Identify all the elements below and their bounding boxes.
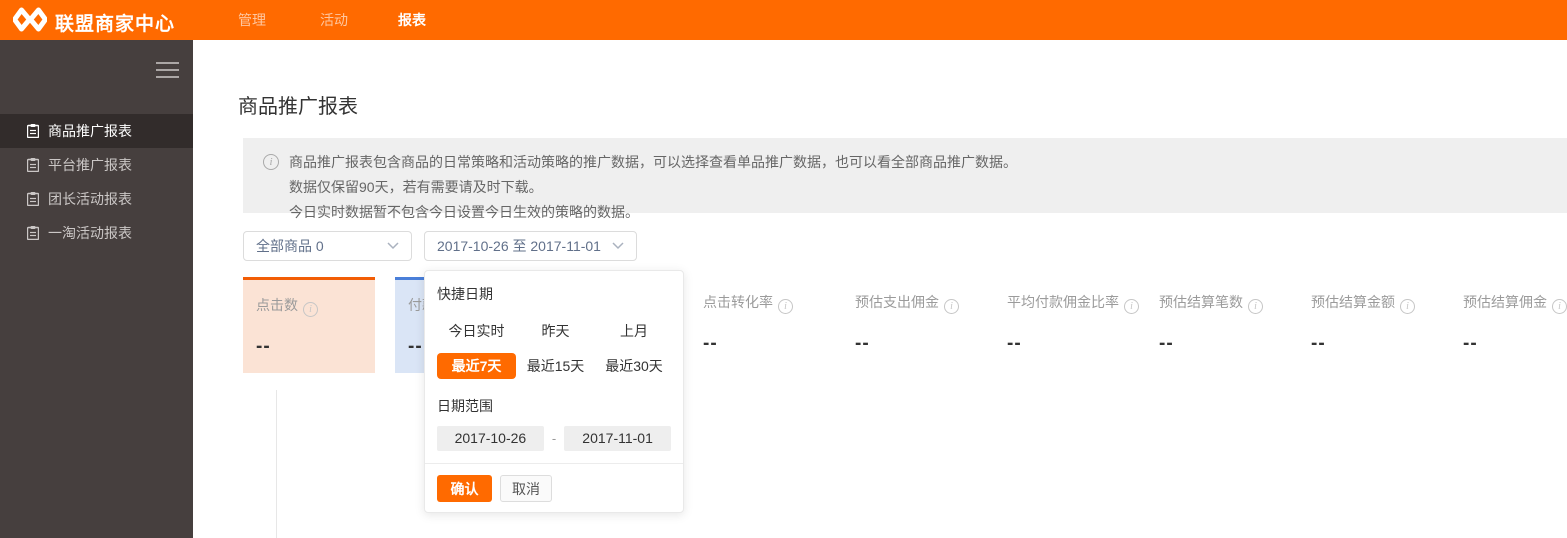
- stat-value: --: [855, 333, 870, 354]
- notice-line: 数据仅保留90天，若有需要请及时下载。: [289, 179, 543, 195]
- stat-estimated-settlement-count[interactable]: 预估结算笔数 i --: [1155, 277, 1287, 373]
- sidebar: 商品推广报表 平台推广报表 团长活动报表 一淘活动报表: [0, 40, 193, 538]
- stat-card-clicks[interactable]: 点击数 i --: [243, 277, 375, 373]
- chevron-down-icon: [387, 242, 399, 250]
- date-range-select-value: 2017-10-26 至 2017-11-01: [437, 238, 601, 254]
- report-clipboard-icon: [26, 124, 40, 139]
- sidebar-item-etao-activity-report[interactable]: 一淘活动报表: [0, 216, 193, 250]
- stat-label: 预估结算笔数 i: [1159, 292, 1263, 314]
- hamburger-icon[interactable]: [156, 62, 179, 78]
- logo: 联盟商家中心: [12, 7, 176, 37]
- quick-option-last-7-days[interactable]: 最近7天: [437, 353, 516, 379]
- product-select-value: 全部商品 0: [256, 238, 324, 254]
- date-range-title: 日期范围: [437, 398, 493, 414]
- sidebar-item-label: 商品推广报表: [48, 123, 132, 139]
- stat-estimated-commission-spend[interactable]: 预估支出佣金 i --: [851, 277, 983, 373]
- report-clipboard-icon: [26, 158, 40, 173]
- sidebar-item-label: 平台推广报表: [48, 157, 132, 173]
- info-circle-icon: i: [263, 154, 279, 170]
- info-circle-icon[interactable]: i: [1400, 299, 1415, 314]
- stat-label: 预估支出佣金 i: [855, 292, 959, 314]
- stat-value: --: [1007, 333, 1022, 354]
- date-range-select[interactable]: 2017-10-26 至 2017-11-01: [424, 231, 637, 261]
- cancel-button[interactable]: 取消: [500, 475, 552, 502]
- start-date-input[interactable]: 2017-10-26: [437, 426, 544, 451]
- sidebar-menu: 商品推广报表 平台推广报表 团长活动报表 一淘活动报表: [0, 114, 193, 250]
- quick-option-yesterday[interactable]: 昨天: [516, 318, 595, 344]
- sidebar-item-platform-report[interactable]: 平台推广报表: [0, 148, 193, 182]
- stat-label: 点击数 i: [256, 295, 318, 317]
- quick-option-last-month[interactable]: 上月: [595, 318, 673, 344]
- date-range-inputs: 2017-10-26 - 2017-11-01: [437, 426, 671, 451]
- quick-dates-title: 快捷日期: [437, 286, 493, 302]
- stat-value: --: [256, 336, 271, 357]
- sidebar-item-label: 一淘活动报表: [48, 225, 132, 241]
- range-separator: -: [551, 431, 557, 446]
- confirm-button[interactable]: 确认: [437, 475, 492, 502]
- report-clipboard-icon: [26, 226, 40, 241]
- sidebar-item-leader-activity-report[interactable]: 团长活动报表: [0, 182, 193, 216]
- topbar: 联盟商家中心 管理 活动 报表: [0, 0, 1567, 40]
- logo-title: 联盟商家中心: [55, 13, 176, 35]
- end-date-input[interactable]: 2017-11-01: [564, 426, 671, 451]
- sidebar-item-product-report[interactable]: 商品推广报表: [0, 114, 193, 148]
- stat-estimated-settlement-commission[interactable]: 预估结算佣金 i --: [1459, 277, 1567, 373]
- stat-click-conversion-rate[interactable]: 点击转化率 i --: [699, 277, 831, 373]
- notice-line: 今日实时数据暂不包含今日设置今日生效的策略的数据。: [289, 204, 639, 220]
- info-circle-icon[interactable]: i: [1552, 299, 1567, 314]
- popup-actions: 确认 取消: [437, 464, 671, 513]
- info-circle-icon[interactable]: i: [778, 299, 793, 314]
- notice-line: 商品推广报表包含商品的日常策略和活动策略的推广数据，可以选择查看单品推广数据，也…: [289, 154, 1017, 170]
- topnav-activity[interactable]: 活动: [320, 0, 348, 40]
- date-picker-popup: 快捷日期 今日实时 昨天 上月 最近7天 最近15天 最近30天 日期范围 20…: [424, 270, 684, 513]
- info-circle-icon[interactable]: i: [1248, 299, 1263, 314]
- quick-dates-grid: 今日实时 昨天 上月 最近7天 最近15天 最近30天: [437, 318, 671, 379]
- stat-value: --: [703, 333, 718, 354]
- notice-text: 商品推广报表包含商品的日常策略和活动策略的推广数据，可以选择查看单品推广数据，也…: [289, 150, 1017, 220]
- stat-value: --: [1463, 333, 1478, 354]
- sidebar-item-label: 团长活动报表: [48, 191, 132, 207]
- info-circle-icon[interactable]: i: [303, 302, 318, 317]
- quick-option-last-30-days[interactable]: 最近30天: [595, 353, 673, 379]
- info-circle-icon[interactable]: i: [944, 299, 959, 314]
- page-title: 商品推广报表: [238, 96, 358, 118]
- chevron-down-icon: [612, 242, 624, 250]
- stat-label: 点击转化率 i: [703, 292, 793, 314]
- notice-box: i 商品推广报表包含商品的日常策略和活动策略的推广数据，可以选择查看单品推广数据…: [243, 138, 1567, 220]
- stat-estimated-settlement-amount[interactable]: 预估结算金额 i --: [1307, 277, 1439, 373]
- info-circle-icon[interactable]: i: [1124, 299, 1139, 314]
- stat-value: --: [1159, 333, 1174, 354]
- stat-avg-payment-commission-rate[interactable]: 平均付款佣金比率 i --: [1003, 277, 1139, 373]
- product-select[interactable]: 全部商品 0: [243, 231, 412, 261]
- stat-label: 预估结算佣金 i: [1463, 292, 1567, 314]
- stat-label: 预估结算金额 i: [1311, 292, 1415, 314]
- stat-value: --: [408, 336, 423, 357]
- quick-option-last-15-days[interactable]: 最近15天: [516, 353, 595, 379]
- stat-label: 平均付款佣金比率 i: [1007, 292, 1139, 314]
- stat-value: --: [1311, 333, 1326, 354]
- topnav-manage[interactable]: 管理: [238, 0, 266, 40]
- quick-option-today[interactable]: 今日实时: [437, 318, 516, 344]
- alimama-infinity-icon: [12, 7, 48, 37]
- topnav-report[interactable]: 报表: [398, 0, 426, 40]
- chart-y-axis-line: [276, 390, 277, 538]
- report-clipboard-icon: [26, 192, 40, 207]
